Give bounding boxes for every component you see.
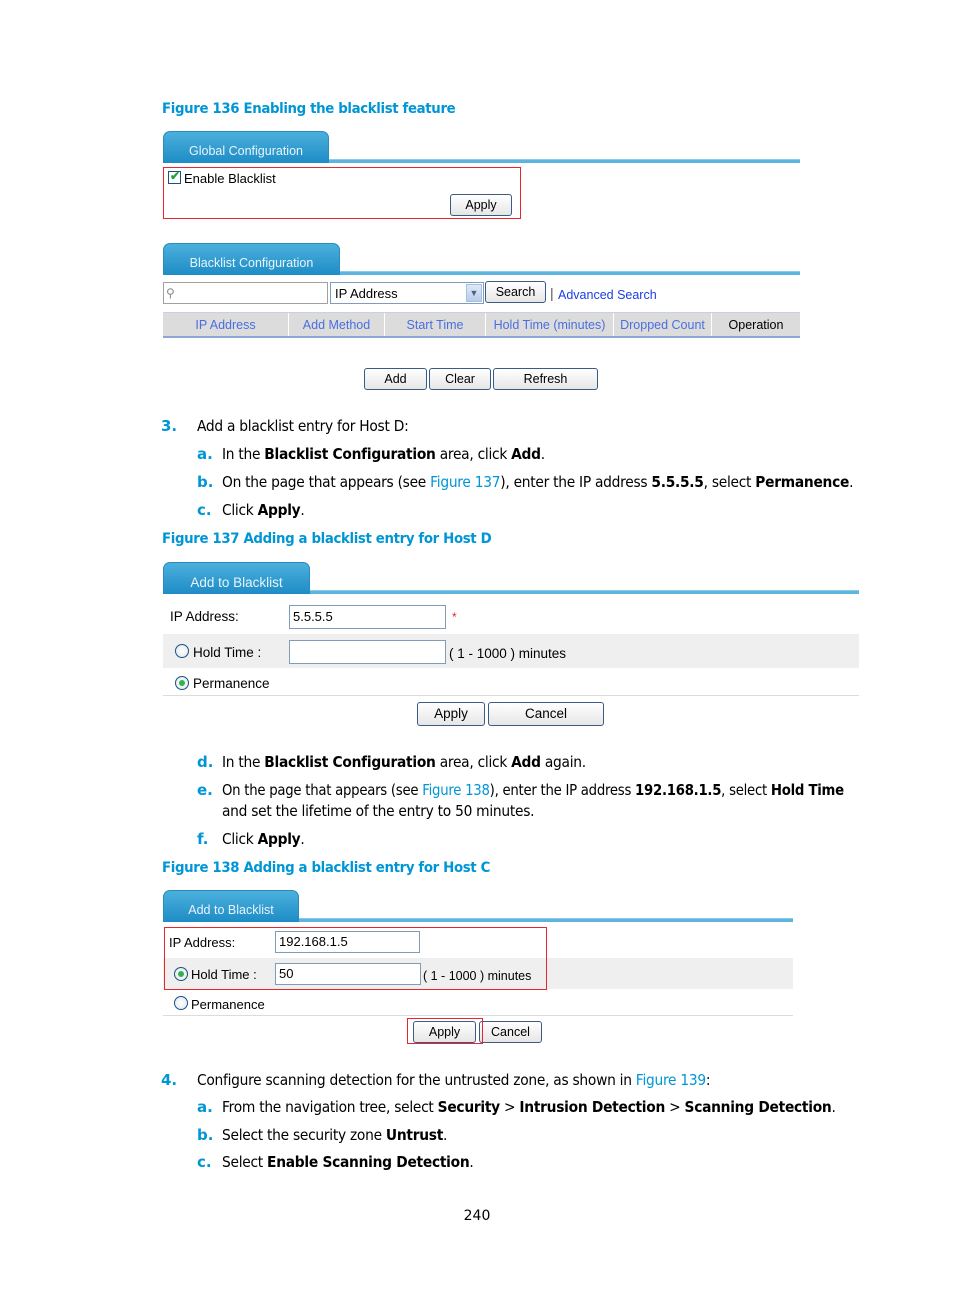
highlight-box-fields <box>164 927 547 990</box>
step-text: Add a blacklist entry for Host D: <box>197 417 409 435</box>
substep-text: On the page that appears (see Figure 137… <box>222 473 854 491</box>
tab-global-configuration[interactable]: Global Configuration <box>163 131 329 163</box>
ip-address-input[interactable]: 5.5.5.5 <box>289 605 446 629</box>
column-header-operation: Operation <box>728 318 784 332</box>
search-icon: ⚲ <box>166 286 175 300</box>
add-button[interactable]: Add <box>364 368 427 390</box>
figure-136-caption: Figure 136 Enabling the blacklist featur… <box>162 101 456 117</box>
hold-time-input[interactable] <box>289 640 446 664</box>
tab-blacklist-configuration[interactable]: Blacklist Configuration <box>163 243 340 275</box>
required-mark: * <box>452 610 457 624</box>
checkmark-icon: ✔ <box>170 169 181 183</box>
substep-letter: c. <box>197 1153 212 1171</box>
figure-138-caption: Figure 138 Adding a blacklist entry for … <box>162 860 491 876</box>
column-header-start-time[interactable]: Start Time <box>385 313 486 336</box>
permanence-label: Permanence <box>191 997 265 1012</box>
step-text: Configure scanning detection for the unt… <box>197 1071 711 1089</box>
apply-button[interactable]: Apply <box>417 702 485 726</box>
substep-text-continued: and set the lifetime of the entry to 50 … <box>222 802 535 820</box>
figure-137-link[interactable]: Figure 137 <box>430 473 500 491</box>
page-number: 240 <box>463 1208 491 1224</box>
permanence-radio[interactable] <box>175 676 189 690</box>
hold-time-label: Hold Time : <box>193 645 262 660</box>
form-divider <box>163 695 859 696</box>
substep-text: Click Apply. <box>222 830 305 848</box>
column-header-dropped-count[interactable]: Dropped Count <box>614 313 712 336</box>
substep-text: Click Apply. <box>222 501 305 519</box>
tab-underline <box>310 590 859 594</box>
substep-text: In the Blacklist Configuration area, cli… <box>222 753 586 771</box>
enable-blacklist-checkbox[interactable]: ✔ <box>168 169 181 184</box>
column-header-hold-time[interactable]: Hold Time (minutes) <box>486 313 614 336</box>
permanence-radio[interactable] <box>174 996 188 1010</box>
substep-letter: a. <box>197 1098 213 1116</box>
figure-139-link[interactable]: Figure 139 <box>636 1071 706 1089</box>
tab-underline <box>340 271 800 275</box>
substep-letter: e. <box>197 781 213 799</box>
column-header-add-method[interactable]: Add Method <box>289 313 385 336</box>
substep-letter: f. <box>197 830 209 848</box>
column-header-ip-address[interactable]: IP Address <box>163 313 289 336</box>
figure-138-link[interactable]: Figure 138 <box>422 781 490 799</box>
blacklist-search-input[interactable]: ⚲ <box>163 282 328 304</box>
tab-add-to-blacklist[interactable]: Add to Blacklist <box>163 562 310 594</box>
radio-selected-dot <box>179 680 185 686</box>
substep-letter: a. <box>197 445 213 463</box>
permanence-label: Permanence <box>193 676 270 691</box>
substep-text: Select the security zone Untrust. <box>222 1126 448 1144</box>
blacklist-table-header: IP Address Add Method Start Time Hold Ti… <box>163 312 800 338</box>
chevron-down-icon[interactable]: ▼ <box>466 284 482 302</box>
substep-letter: b. <box>197 473 214 491</box>
search-field-selected-value: IP Address <box>335 286 398 301</box>
blacklist-configuration-header: Blacklist Configuration <box>163 243 800 278</box>
search-button[interactable]: Search <box>485 281 546 303</box>
enable-blacklist-label: Enable Blacklist <box>184 171 276 186</box>
substep-text: Select Enable Scanning Detection. <box>222 1153 474 1171</box>
advanced-search-link[interactable]: Advanced Search <box>558 288 657 302</box>
substep-letter: b. <box>197 1126 214 1144</box>
substep-letter: c. <box>197 501 212 519</box>
tab-underline <box>329 159 800 163</box>
highlight-box-apply <box>407 1018 483 1044</box>
ip-address-label: IP Address: <box>170 609 239 624</box>
tab-underline <box>299 918 793 922</box>
substep-text: From the navigation tree, select Securit… <box>222 1098 836 1116</box>
tab-add-to-blacklist[interactable]: Add to Blacklist <box>163 890 299 922</box>
clear-button[interactable]: Clear <box>429 368 491 390</box>
search-field-select[interactable]: IP Address ▼ <box>330 282 484 304</box>
substep-text: In the Blacklist Configuration area, cli… <box>222 445 545 463</box>
global-apply-button[interactable]: Apply <box>450 194 512 216</box>
cancel-button[interactable]: Cancel <box>479 1021 542 1043</box>
step-number: 3. <box>161 417 178 435</box>
figure-137-caption: Figure 137 Adding a blacklist entry for … <box>162 531 492 547</box>
add-to-blacklist-header: Add to Blacklist <box>163 562 859 597</box>
form-divider <box>163 1015 793 1016</box>
step-number: 4. <box>161 1071 178 1089</box>
search-separator: | <box>550 285 554 301</box>
hold-time-radio[interactable] <box>175 644 189 658</box>
substep-text: On the page that appears (see Figure 138… <box>222 781 844 799</box>
substep-letter: d. <box>197 753 214 771</box>
global-configuration-header: Global Configuration <box>163 131 800 166</box>
add-to-blacklist-header: Add to Blacklist <box>163 890 793 925</box>
refresh-button[interactable]: Refresh <box>493 368 598 390</box>
cancel-button[interactable]: Cancel <box>488 702 604 726</box>
hold-time-range: ( 1 - 1000 ) minutes <box>449 646 567 661</box>
